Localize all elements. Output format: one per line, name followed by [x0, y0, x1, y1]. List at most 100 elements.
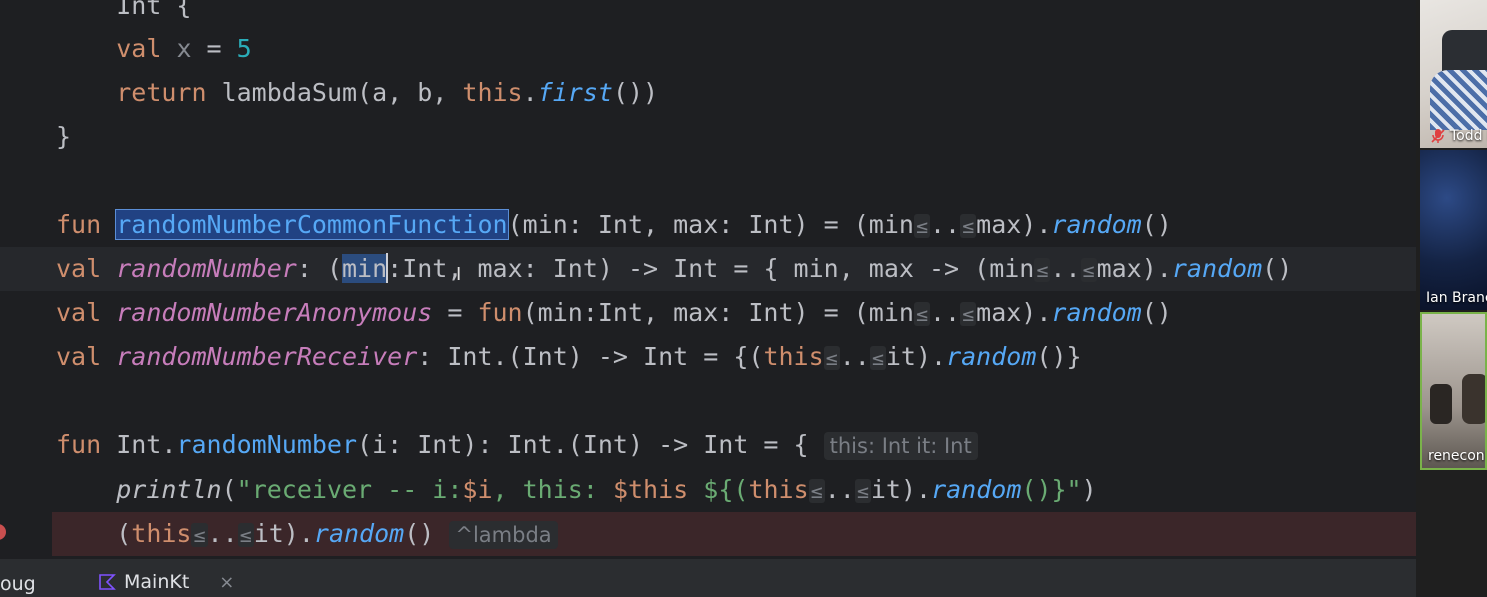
code-token: $i: [462, 475, 493, 504]
code-token: ()): [612, 78, 659, 107]
code-token: ≤: [1080, 258, 1097, 282]
code-token: this: [763, 342, 824, 371]
code-text: fun Int.randomNumber(i: Int): Int.(Int) …: [56, 423, 978, 468]
code-token: it).: [253, 519, 314, 548]
code-line[interactable]: Int {: [0, 0, 1416, 28]
code-token: random: [1051, 298, 1142, 327]
code-text: }: [56, 115, 71, 159]
participant-name: Ian Branc: [1426, 290, 1487, 306]
code-token: println: [116, 475, 222, 504]
kotlin-icon: [99, 574, 116, 590]
code-token: return: [116, 78, 207, 107]
participant-tile-active[interactable]: renecont: [1420, 312, 1487, 470]
code-token: ≤: [808, 479, 825, 503]
code-token: ..: [930, 210, 961, 239]
code-line[interactable]: fun randomNumberCommonFunction(min: Int,…: [0, 203, 1416, 247]
code-token: ..: [824, 475, 855, 504]
code-line[interactable]: [0, 379, 1416, 423]
code-token: ≤: [960, 302, 977, 326]
code-token: it).: [870, 475, 932, 504]
code-token: Int {: [56, 0, 192, 20]
code-line[interactable]: }: [0, 115, 1416, 159]
code-token: random: [313, 519, 405, 548]
code-token: max).: [976, 210, 1052, 239]
code-token: , this:: [492, 475, 613, 504]
mic-muted-icon: [1431, 129, 1445, 143]
tab-label: MainKt: [124, 571, 190, 593]
code-token: fun: [477, 298, 523, 327]
close-icon[interactable]: ×: [219, 572, 234, 593]
code-token: random: [946, 342, 1037, 371]
code-token: ()}": [1021, 475, 1082, 504]
code-token: Int.: [101, 430, 177, 459]
code-line[interactable]: [0, 159, 1416, 203]
code-token: :Int, max: Int) -> Int = { min, max -> (…: [387, 254, 1035, 283]
code-text: fun randomNumberCommonFunction(min: Int,…: [56, 203, 1172, 248]
code-token: $this: [612, 475, 689, 504]
participant-tile[interactable]: Todd I: [1420, 0, 1487, 148]
breakpoint-code-line[interactable]: (this ≤.. ≤it).random() ^lambda: [52, 512, 1416, 556]
code-token: max).: [976, 298, 1052, 327]
tab-mainkt[interactable]: MainKt ×: [98, 571, 234, 593]
code-token: it).: [885, 342, 947, 371]
code-token: min: [342, 254, 388, 283]
code-editor[interactable]: Int { val x = 5 return lambdaSum(a, b, t…: [0, 0, 1416, 558]
code-token: lambdaSum(a, b,: [206, 78, 463, 107]
code-token: ..: [207, 519, 238, 548]
text-cursor-icon: I: [456, 264, 462, 285]
code-token: ()}: [1036, 342, 1082, 371]
participant-video: [1430, 384, 1452, 424]
code-line[interactable]: fun Int.randomNumber(i: Int): Int.(Int) …: [0, 423, 1416, 467]
code-token: random: [1051, 210, 1142, 239]
code-token: ^lambda: [449, 521, 558, 549]
code-token: ≤: [191, 523, 208, 547]
code-token: .: [522, 78, 538, 107]
code-token: randomNumberCommonFunction: [115, 209, 509, 240]
debug-tool-label[interactable]: oug: [0, 573, 36, 595]
code-token: x: [176, 34, 192, 63]
code-line[interactable]: return lambdaSum(a, b, this.first()): [0, 71, 1416, 115]
code-line[interactable]: val randomNumberAnonymous = fun(min:Int,…: [0, 291, 1416, 335]
code-token: (): [404, 519, 450, 548]
code-token: ..: [930, 298, 961, 327]
code-token: : (: [296, 254, 342, 283]
breakpoint-icon[interactable]: [0, 524, 6, 540]
code-text: (this ≤.. ≤it).random() ^lambda: [56, 512, 558, 557]
code-token: (: [221, 475, 237, 504]
code-token: ): [1081, 475, 1097, 504]
code-text: val randomNumberReceiver: Int.(Int) -> I…: [56, 335, 1082, 380]
code-text: val x = 5: [56, 27, 252, 71]
code-token: first: [537, 78, 613, 107]
code-token: 5: [236, 34, 252, 63]
code-token: this: [748, 475, 809, 504]
code-line[interactable]: val randomNumberReceiver: Int.(Int) -> I…: [0, 335, 1416, 379]
bottom-tool-bar: oug MainKt ×: [0, 558, 1416, 597]
code-token: randomNumberAnonymous: [116, 298, 433, 327]
code-token: (): [1141, 210, 1172, 239]
code-token: randomNumberReceiver: [116, 342, 418, 371]
code-token: ≤: [913, 214, 930, 238]
code-token: random: [1171, 254, 1263, 283]
current-code-line[interactable]: val randomNumber: (min:Int, max: Int) ->…: [0, 247, 1416, 291]
code-token: "receiver -- i:: [236, 475, 463, 504]
code-text: val randomNumber: (min:Int, max: Int) ->…: [56, 247, 1292, 292]
code-token: this: Int it: Int: [823, 432, 978, 460]
code-token: (min:Int, max: Int) = (min: [522, 298, 914, 327]
code-token: val: [56, 254, 102, 283]
code-line[interactable]: println("receiver -- i:$i, this: $this $…: [0, 468, 1416, 512]
code-token: randomNumber: [176, 430, 358, 459]
code-token: val: [56, 298, 102, 327]
code-text: println("receiver -- i:$i, this: $this $…: [56, 468, 1097, 513]
participant-tile[interactable]: Ian Branc: [1420, 150, 1487, 310]
code-token: this: [131, 519, 192, 548]
video-participants-panel: Todd I Ian Branc renecont: [1416, 0, 1487, 596]
code-token: ≤: [854, 479, 871, 503]
code-token: ≤: [913, 302, 930, 326]
code-line[interactable]: val x = 5: [0, 27, 1416, 71]
